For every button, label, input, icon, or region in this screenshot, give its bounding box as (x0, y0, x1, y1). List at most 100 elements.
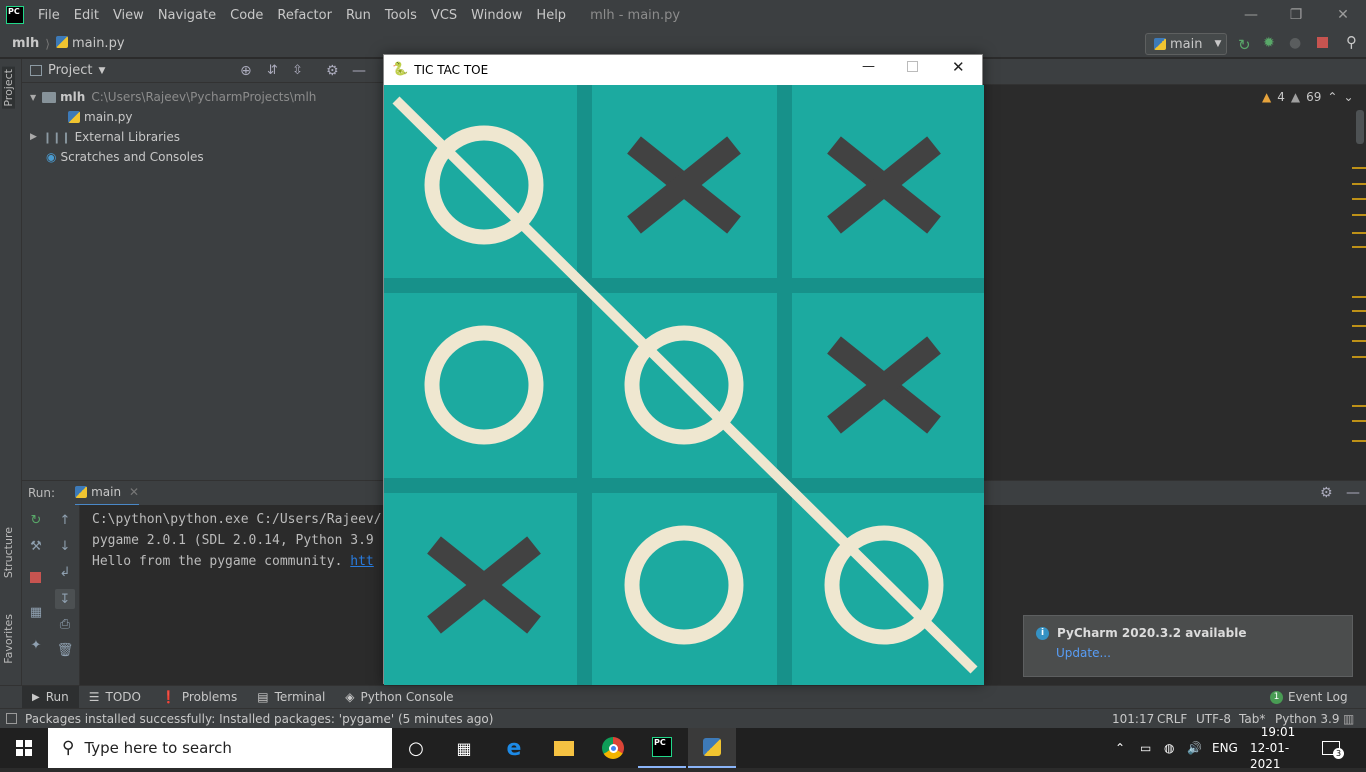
line-separator[interactable]: CRLF (1157, 712, 1187, 726)
error-stripe-mark[interactable] (1352, 296, 1366, 298)
show-hidden-icons[interactable]: ⌃ (1115, 728, 1125, 768)
error-stripe-mark[interactable] (1352, 340, 1366, 342)
lock-icon[interactable]: ▥ (1343, 712, 1354, 726)
error-stripe-mark[interactable] (1352, 405, 1366, 407)
inspection-widget[interactable]: ▲ 4 ▲ 69 ⌃ ⌄ (1262, 90, 1354, 104)
wrench-icon[interactable]: ⚒ (29, 539, 43, 554)
arrow-down-icon[interactable]: ↓ (58, 539, 72, 554)
print-icon[interactable]: ⎙ (58, 617, 72, 632)
windows-start-icon[interactable] (0, 728, 48, 768)
error-stripe-mark[interactable] (1352, 246, 1366, 248)
menu-window[interactable]: Window (471, 8, 522, 23)
menu-run[interactable]: Run (346, 8, 371, 23)
tool-tab-run[interactable]: ▶ Run (22, 685, 79, 709)
maximize-icon[interactable] (907, 61, 918, 72)
minimize-icon[interactable]: — (1228, 0, 1274, 30)
close-icon[interactable]: ✕ (952, 58, 965, 76)
status-message[interactable]: Packages installed successfully: Install… (25, 712, 493, 726)
error-stripe-mark[interactable] (1352, 325, 1366, 327)
tool-tab-python-console[interactable]: ◈ Python Console (335, 686, 463, 709)
rerun-icon[interactable]: ↻ (29, 513, 43, 528)
project-panel-title[interactable]: Project (48, 63, 92, 78)
action-center-icon[interactable]: 3 (1322, 728, 1344, 768)
edge-icon[interactable]: e (490, 728, 538, 768)
menu-tools[interactable]: Tools (385, 8, 417, 23)
locate-icon[interactable]: ⊕ (240, 63, 252, 79)
chevron-down-icon[interactable]: ▼ (30, 93, 36, 102)
pycharm-taskbar-icon[interactable]: PC (638, 728, 686, 768)
tree-item-main-py[interactable]: main.py (68, 107, 133, 127)
run-tab-main[interactable]: main ✕ (75, 481, 140, 506)
close-icon[interactable]: ✕ (1320, 0, 1366, 30)
rerun-icon[interactable]: ↻ (1238, 36, 1251, 54)
menu-navigate[interactable]: Navigate (158, 8, 216, 23)
cortana-icon[interactable]: ○ (392, 728, 440, 768)
caret-position[interactable]: 101:17 (1112, 712, 1154, 726)
chevron-right-icon[interactable]: ▶ (30, 132, 37, 142)
trash-icon[interactable]: 🗑 (57, 643, 74, 658)
console-link[interactable]: htt (350, 554, 373, 569)
tool-tab-problems[interactable]: ❗ Problems (151, 686, 247, 709)
file-encoding[interactable]: UTF-8 (1196, 712, 1231, 726)
input-language[interactable]: ENG (1212, 728, 1238, 768)
network-icon[interactable]: ◍ (1164, 728, 1174, 768)
tool-tab-todo[interactable]: ☰ TODO (79, 686, 151, 709)
close-tab-icon[interactable]: ✕ (129, 485, 139, 499)
minimize-icon[interactable]: — (862, 59, 875, 74)
error-stripe-mark[interactable] (1352, 356, 1366, 358)
battery-icon[interactable]: ▭ (1140, 728, 1151, 768)
profile-icon[interactable]: ● (1289, 35, 1301, 51)
chevron-down-icon[interactable]: ▼ (98, 66, 105, 76)
breadcrumb-project[interactable]: mlh (12, 36, 39, 51)
side-tab-project[interactable]: Project (2, 67, 15, 109)
update-link[interactable]: Update... (1056, 646, 1340, 660)
side-tab-favorites[interactable]: Favorites (2, 614, 15, 664)
taskbar-clock[interactable]: 19:01 12-01-2021 (1250, 725, 1306, 771)
breadcrumb-file[interactable]: main.py (55, 36, 125, 51)
error-stripe-mark[interactable] (1352, 232, 1366, 234)
error-stripe-mark[interactable] (1352, 420, 1366, 422)
file-explorer-icon[interactable] (540, 728, 588, 768)
error-stripe-mark[interactable] (1352, 310, 1366, 312)
gear-icon[interactable]: ⚙ (326, 63, 339, 79)
menu-edit[interactable]: Edit (74, 8, 99, 23)
stop-icon[interactable] (30, 572, 41, 583)
search-icon[interactable]: ⚲ (1346, 33, 1357, 51)
menu-view[interactable]: View (113, 8, 144, 23)
arrow-up-icon[interactable]: ↑ (58, 513, 72, 528)
game-board[interactable] (384, 85, 984, 685)
menu-refactor[interactable]: Refactor (277, 8, 332, 23)
menu-vcs[interactable]: VCS (431, 8, 457, 23)
chevron-down-icon[interactable]: ⌄ (1343, 90, 1353, 104)
gear-icon[interactable]: ⚙ (1320, 485, 1333, 501)
tree-root-mlh[interactable]: ▼ mlh C:\Users\Rajeev\PycharmProjects\ml… (30, 87, 316, 107)
soft-wrap-icon[interactable]: ↲ (58, 565, 72, 580)
error-stripe-mark[interactable] (1352, 183, 1366, 185)
scroll-to-end-icon[interactable]: ↧ (55, 589, 75, 609)
taskbar-search-box[interactable]: ⚲ Type here to search (48, 728, 392, 768)
expand-all-icon[interactable]: ⇵ (267, 63, 278, 78)
volume-icon[interactable]: 🔊 (1187, 728, 1202, 768)
menu-code[interactable]: Code (230, 8, 263, 23)
pin-icon[interactable]: ✦ (29, 638, 43, 653)
chevron-up-icon[interactable]: ⌃ (1327, 90, 1337, 104)
restore-icon[interactable]: ❐ (1273, 0, 1319, 30)
tool-tab-terminal[interactable]: ▤ Terminal (247, 686, 335, 709)
layout-icon[interactable]: ▦ (29, 605, 43, 620)
python-taskbar-icon[interactable] (688, 728, 736, 768)
stop-icon[interactable] (1317, 37, 1328, 48)
side-tab-structure[interactable]: Structure (2, 527, 15, 578)
hide-panel-icon[interactable]: — (352, 63, 366, 79)
error-stripe-mark[interactable] (1352, 214, 1366, 216)
toggle-panels-icon[interactable] (6, 713, 17, 724)
editor-scrollbar[interactable] (1356, 110, 1364, 144)
chrome-icon[interactable] (589, 728, 637, 768)
error-stripe-mark[interactable] (1352, 440, 1366, 442)
debug-icon[interactable]: ✹ (1263, 35, 1275, 51)
menu-help[interactable]: Help (536, 8, 566, 23)
collapse-all-icon[interactable]: ⇳ (292, 63, 303, 78)
error-stripe-mark[interactable] (1352, 167, 1366, 169)
error-stripe-mark[interactable] (1352, 198, 1366, 200)
menu-file[interactable]: File (38, 8, 60, 23)
run-configuration-select[interactable]: main ▼ (1145, 33, 1227, 55)
